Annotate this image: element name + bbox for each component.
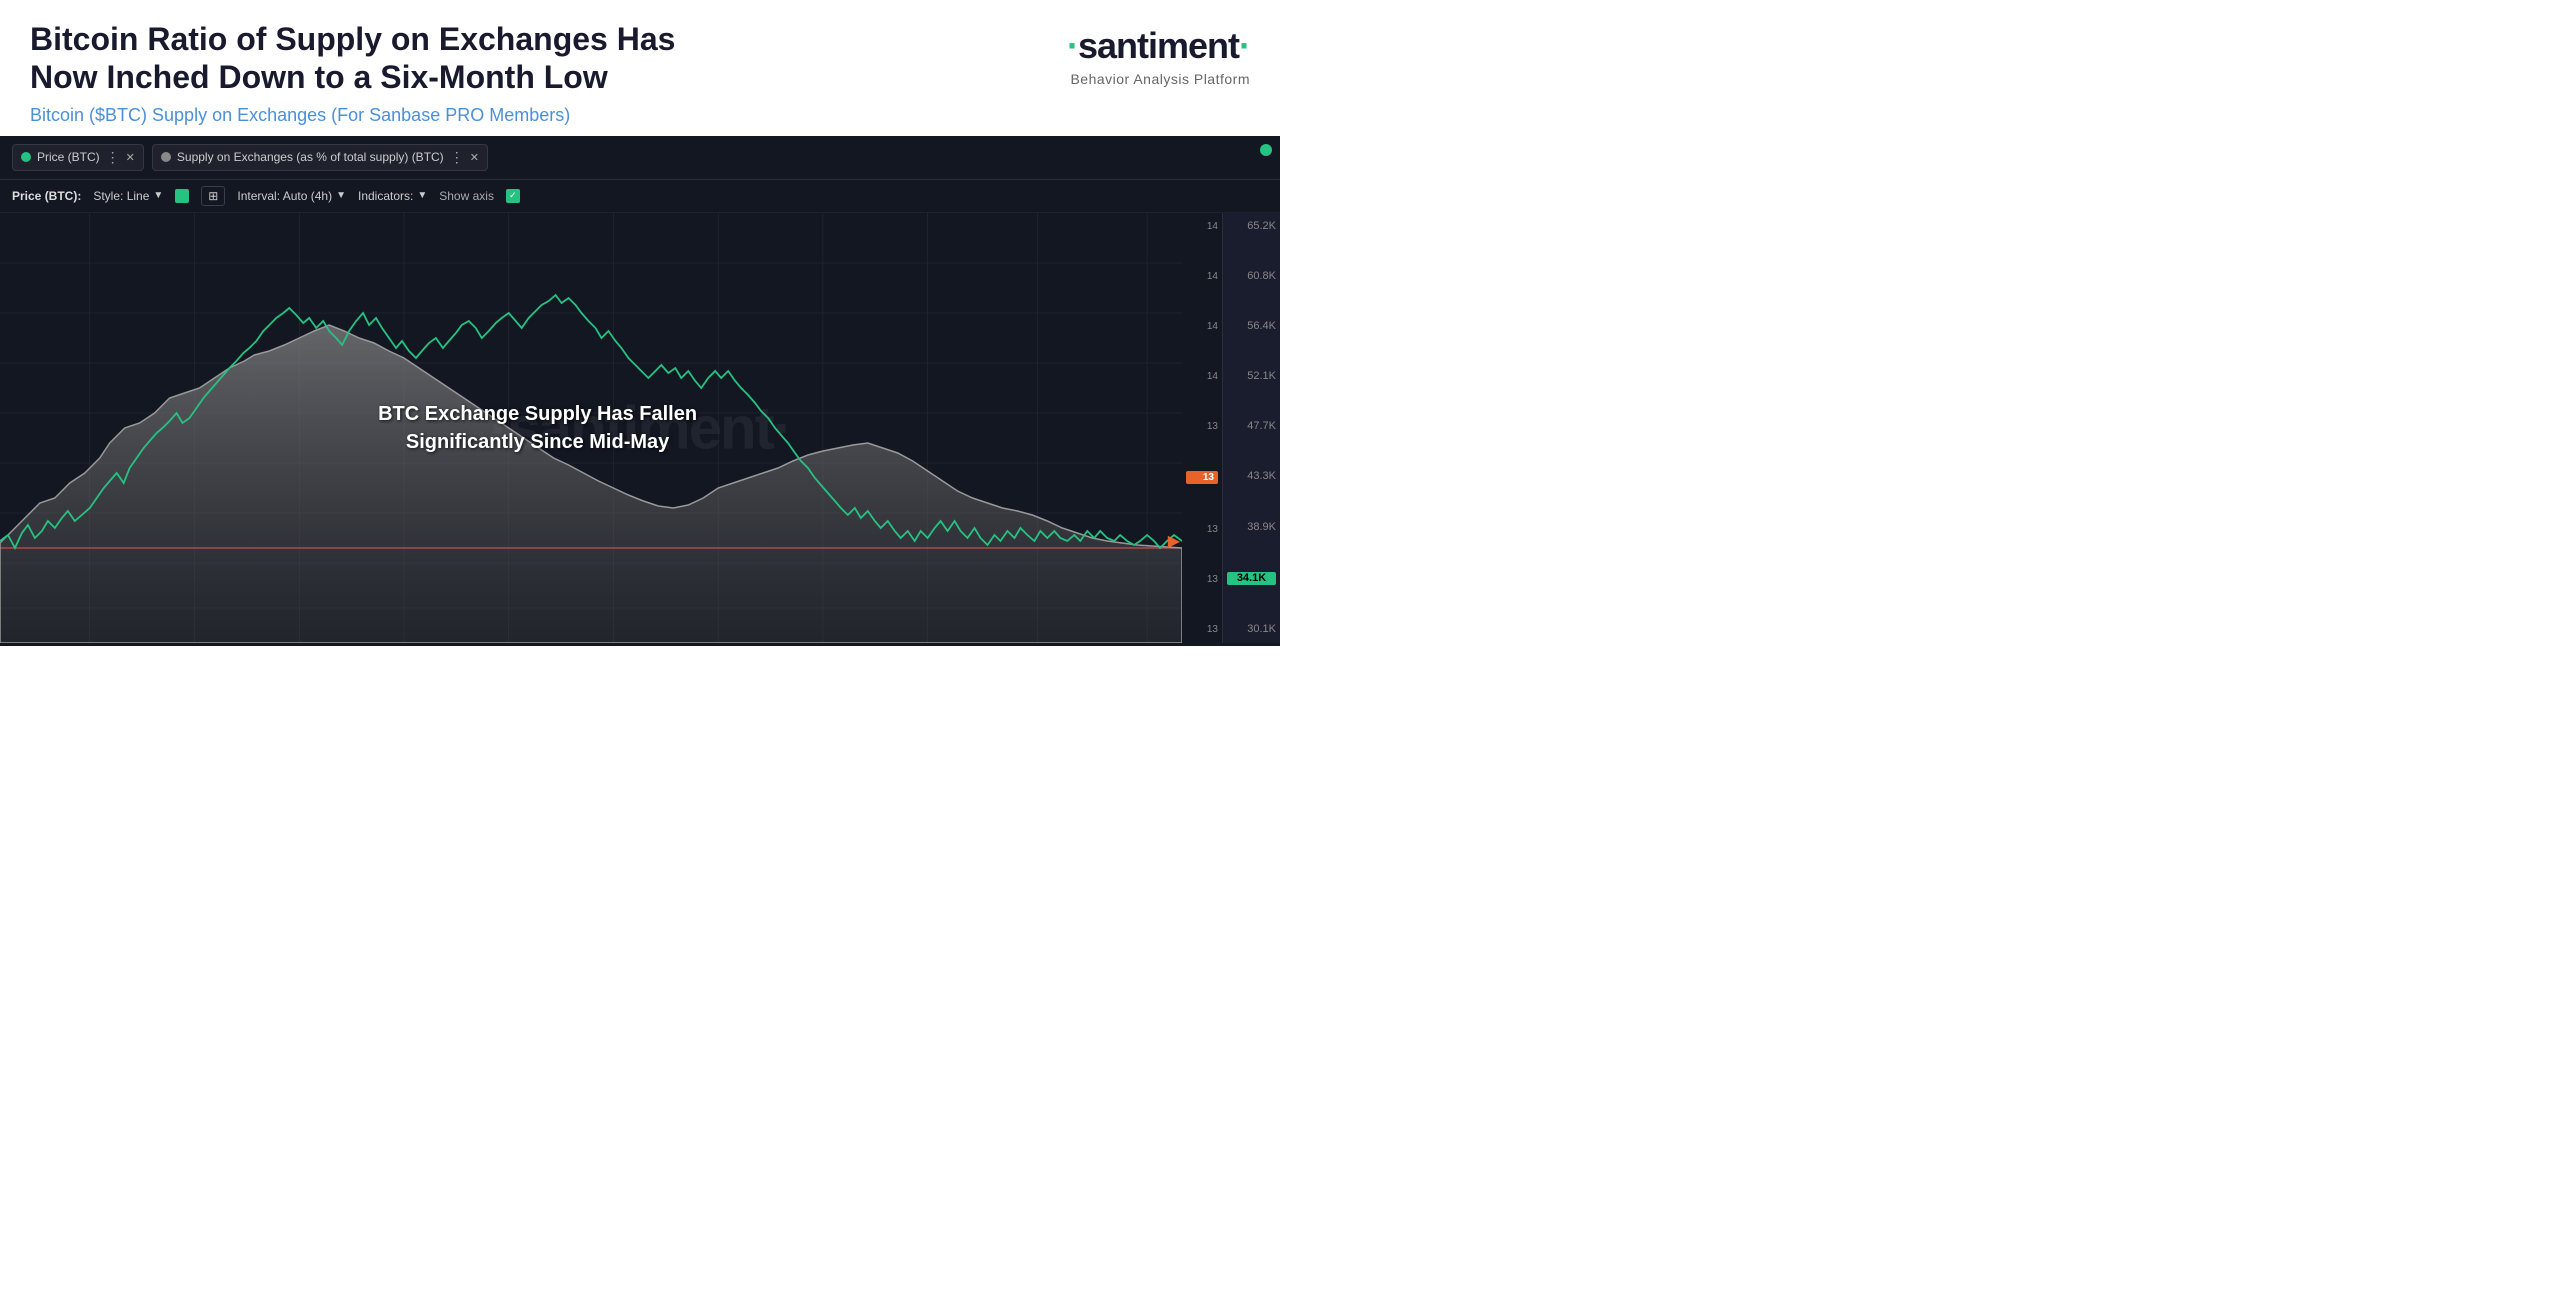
santiment-logo: ·santiment·: [1067, 25, 1250, 67]
behavior-platform-text: Behavior Analysis Platform: [1070, 71, 1250, 87]
style-select[interactable]: Style: Line ▼: [93, 189, 163, 203]
axis-60k: 60.8K: [1227, 271, 1276, 282]
right-y-axis: 65.2K 60.8K 56.4K 52.1K 47.7K 43.3K 38.9…: [1222, 213, 1280, 643]
chart-controls: Price (BTC): Style: Line ▼ ⊞ Interval: A…: [0, 180, 1280, 213]
supply-14-3: 14: [1186, 321, 1218, 332]
supply-13-highlight: 13: [1186, 471, 1218, 484]
axis-43k: 43.3K: [1227, 471, 1276, 482]
price-control-label: Price (BTC):: [12, 189, 81, 203]
subtitle: Bitcoin ($BTC) Supply on Exchanges (For …: [30, 105, 1067, 126]
legend-price-label: Price (BTC): [37, 150, 100, 164]
logo-suffix: ·: [1239, 25, 1250, 66]
chart-container: Price (BTC) ⋮ ✕ Supply on Exchanges (as …: [0, 136, 1280, 646]
header: Bitcoin Ratio of Supply on Exchanges Has…: [0, 0, 1280, 136]
axis-65k: 65.2K: [1227, 221, 1276, 232]
legend-price[interactable]: Price (BTC) ⋮ ✕: [12, 144, 144, 171]
indicators-select[interactable]: Indicators: ▼: [358, 189, 427, 203]
price-arrow-indicator: ▶: [1168, 531, 1180, 551]
supply-13-1: 13: [1186, 421, 1218, 432]
supply-13-4: 13: [1186, 624, 1218, 635]
show-axis-checkbox[interactable]: ✓: [506, 189, 520, 203]
color-picker[interactable]: [175, 189, 189, 203]
legend-menu-icon[interactable]: ⋮: [106, 149, 120, 166]
axis-38k: 38.9K: [1227, 522, 1276, 533]
chart-toolbar: Price (BTC) ⋮ ✕ Supply on Exchanges (as …: [0, 136, 1280, 180]
header-right: ·santiment· Behavior Analysis Platform: [1067, 20, 1250, 87]
legend-supply-label: Supply on Exchanges (as % of total suppl…: [177, 150, 444, 164]
interval-icon: ⊞: [208, 189, 218, 203]
legend-supply[interactable]: Supply on Exchanges (as % of total suppl…: [152, 144, 488, 171]
indicators-label: Indicators:: [358, 189, 413, 203]
live-indicator: [1260, 144, 1272, 156]
axis-52k: 52.1K: [1227, 371, 1276, 382]
axis-30k: 30.1K: [1227, 624, 1276, 635]
logo-prefix: ·: [1067, 25, 1078, 66]
chart-area: ·santiment·: [0, 213, 1280, 643]
style-label: Style: Line: [93, 189, 149, 203]
interval-select[interactable]: Interval: Auto (4h) ▼: [237, 189, 346, 203]
interval-label: Interval: Auto (4h): [237, 189, 332, 203]
supply-13-2: 13: [1186, 524, 1218, 535]
header-left: Bitcoin Ratio of Supply on Exchanges Has…: [30, 20, 1067, 126]
supply-14-top: 14: [1186, 221, 1218, 232]
axis-47k: 47.7K: [1227, 421, 1276, 432]
legend-close-icon[interactable]: ✕: [126, 151, 135, 164]
axis-56k: 56.4K: [1227, 321, 1276, 332]
style-arrow: ▼: [153, 190, 163, 201]
main-title: Bitcoin Ratio of Supply on Exchanges Has…: [30, 20, 710, 97]
supply-14-4: 14: [1186, 371, 1218, 382]
show-axis-label: Show axis: [439, 189, 494, 203]
price-color-dot: [21, 152, 31, 162]
x-axis: 05 Jan 21 23 Jan 21 10 Feb 21 28 Feb 21 …: [0, 643, 1280, 646]
interval-box: ⊞: [201, 186, 225, 206]
supply-13-3: 13: [1186, 574, 1218, 585]
indicators-arrow: ▼: [417, 190, 427, 201]
supply-color-dot: [161, 152, 171, 162]
legend-supply-menu-icon[interactable]: ⋮: [450, 149, 464, 166]
legend-supply-close-icon[interactable]: ✕: [470, 151, 479, 164]
supply-14-2: 14: [1186, 271, 1218, 282]
chart-svg: [0, 213, 1182, 643]
left-y-axis: 14 14 14 14 13 13 13 13 13: [1182, 213, 1222, 643]
interval-arrow: ▼: [336, 190, 346, 201]
logo-name: santiment: [1078, 25, 1239, 66]
axis-34k-highlight: 34.1K: [1227, 572, 1276, 585]
